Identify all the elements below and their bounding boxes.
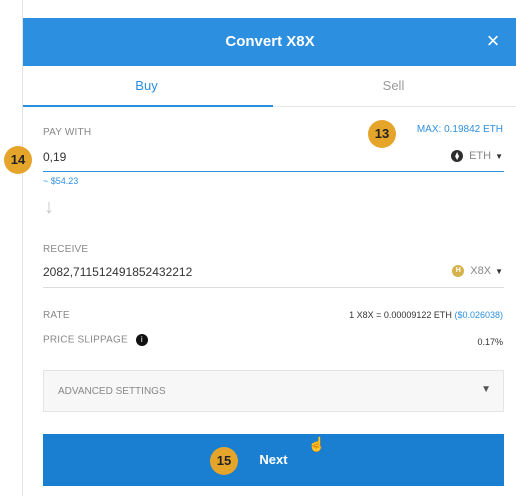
rate-value: 1 X8X = 0.00009122 ETH ($0.026038) (349, 310, 503, 320)
pay-currency-select[interactable]: ETH ▼ (451, 150, 503, 162)
chevron-down-icon: ▼ (495, 151, 503, 161)
next-button[interactable]: Next (43, 434, 504, 486)
rate-text: 1 X8X = 0.00009122 ETH (349, 310, 452, 320)
max-amount-link[interactable]: MAX: 0.19842 ETH (417, 124, 503, 135)
tab-buy[interactable]: Buy (23, 66, 270, 106)
pay-input-underline (43, 171, 504, 172)
pay-with-label: PAY WITH (43, 127, 92, 138)
arrow-down-icon: ↓ (44, 196, 54, 218)
annotation-badge-14: 14 (4, 146, 32, 174)
rate-usd: ($0.026038) (454, 310, 503, 320)
close-icon[interactable]: × (481, 29, 505, 53)
pay-currency-label: ETH (469, 150, 492, 162)
tabs: Buy Sell (23, 66, 516, 107)
modal-title: Convert X8X (225, 33, 315, 50)
receive-input-underline (43, 287, 504, 288)
advanced-settings-label: ADVANCED SETTINGS (58, 386, 166, 397)
annotation-badge-15: 15 (210, 447, 238, 475)
advanced-settings-dropdown[interactable]: ADVANCED SETTINGS ▼ (43, 370, 504, 412)
info-icon[interactable]: i (135, 334, 148, 346)
slippage-label: PRICE SLIPPAGE (43, 334, 128, 346)
annotation-badge-13: 13 (368, 120, 396, 148)
receive-amount-input[interactable]: 2082,711512491852432212 (43, 265, 192, 279)
receive-currency-select[interactable]: H X8X ▼ (452, 265, 503, 277)
pay-amount-input[interactable]: 0,19 (43, 150, 66, 164)
hand-cursor-icon: ☝ (308, 436, 326, 452)
receive-label: RECEIVE (43, 244, 89, 255)
convert-modal: Convert X8X × Buy Sell PAY WITH MAX: 0.1… (22, 0, 516, 496)
pay-usd-estimate: ~ $54.23 (43, 176, 79, 186)
rate-label: RATE (43, 310, 70, 321)
receive-currency-label: X8X (470, 265, 492, 277)
chevron-down-icon: ▼ (495, 266, 503, 276)
slippage-value: 0.17% (477, 337, 503, 347)
chevron-down-icon: ▼ (481, 384, 491, 395)
modal-header: Convert X8X × (23, 18, 516, 66)
eth-icon (451, 150, 464, 162)
slippage-label-row: PRICE SLIPPAGE i (43, 334, 148, 346)
active-tab-indicator (23, 105, 273, 107)
x8x-icon: H (452, 265, 465, 277)
tab-sell[interactable]: Sell (270, 66, 516, 106)
